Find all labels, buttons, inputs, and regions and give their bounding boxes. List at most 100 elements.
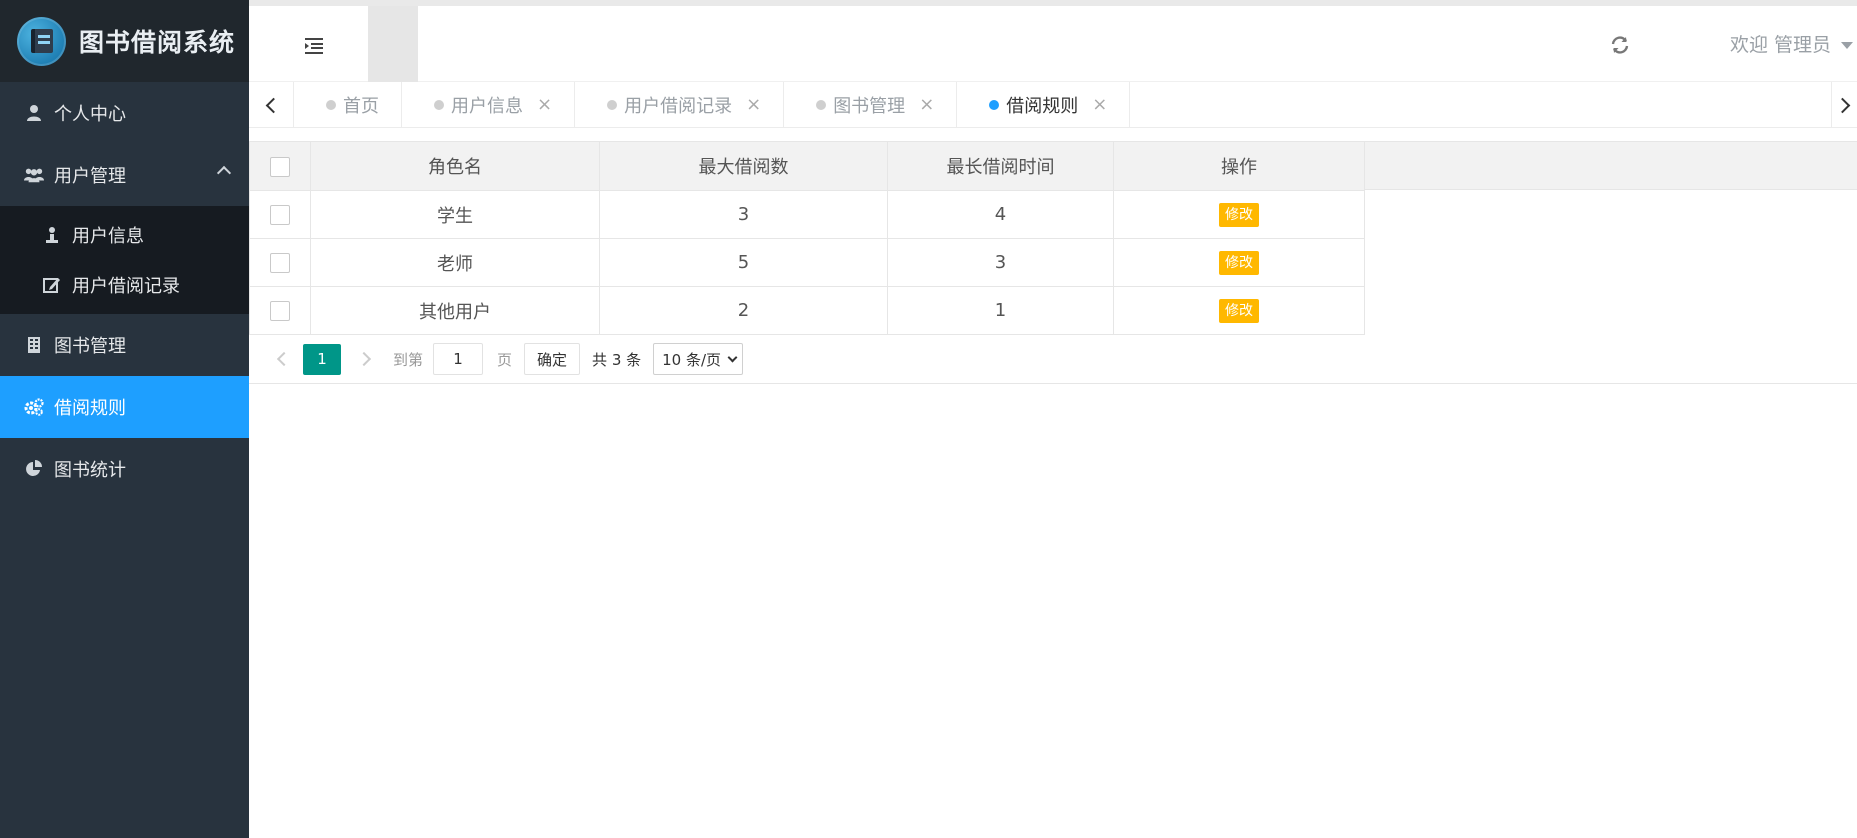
tab-scroll-right-button[interactable] — [1831, 82, 1857, 128]
row-checkbox[interactable] — [270, 205, 290, 225]
borrow-rules-table: 角色名 最大借阅数 最长借阅时间 操作 学生 3 4 修改 老师 5 3 修改 — [249, 141, 1365, 335]
edit-button[interactable]: 修改 — [1219, 202, 1259, 227]
cell-role: 其他用户 — [310, 286, 600, 335]
select-all-checkbox[interactable] — [270, 156, 290, 177]
sidebar-item-user-info[interactable]: 用户信息 — [0, 210, 249, 260]
cell-max-days: 4 — [887, 190, 1114, 239]
column-header-max-days[interactable]: 最长借阅时间 — [887, 141, 1114, 191]
user-icon — [24, 103, 44, 123]
sidebar-item-label: 用户借阅记录 — [72, 276, 180, 297]
user-info-icon — [42, 225, 62, 245]
cell-action: 修改 — [1113, 286, 1365, 335]
chevron-left-icon — [265, 97, 282, 113]
tab-dot-icon — [816, 100, 827, 110]
edit-button[interactable]: 修改 — [1219, 250, 1259, 275]
goto-label: 到第 — [393, 350, 424, 369]
sidebar-item-book-statistics[interactable]: 图书统计 — [0, 438, 249, 500]
menu-toggle-icon[interactable] — [303, 36, 325, 56]
tab-book-management[interactable]: 图书管理 × — [784, 82, 958, 128]
sidebar-item-borrow-rules[interactable]: 借阅规则 — [0, 376, 249, 438]
column-header-role[interactable]: 角色名 — [310, 141, 600, 191]
tab-home[interactable]: 首页 — [294, 82, 402, 128]
gears-icon — [24, 397, 44, 417]
tab-user-borrow-records[interactable]: 用户借阅记录 × — [575, 82, 785, 128]
close-icon[interactable]: × — [919, 96, 934, 114]
caret-down-icon — [1841, 42, 1853, 49]
total-count-label: 共 3 条 — [592, 350, 642, 369]
sidebar-item-label: 用户管理 — [54, 166, 126, 187]
close-icon[interactable]: × — [1092, 96, 1107, 114]
prev-page-icon[interactable] — [276, 351, 292, 367]
cell-max-days: 3 — [887, 238, 1114, 287]
tab-borrow-rules[interactable]: 借阅规则 × — [957, 82, 1131, 128]
tab-label: 图书管理 — [833, 96, 906, 117]
sidebar-item-label: 个人中心 — [54, 104, 126, 125]
sidebar-item-book-management[interactable]: 图书管理 — [0, 314, 249, 376]
row-checkbox[interactable] — [270, 301, 290, 321]
chevron-right-icon — [1834, 97, 1850, 113]
cell-role: 学生 — [310, 190, 600, 239]
next-page-icon[interactable] — [356, 351, 372, 367]
tab-dot-icon — [607, 100, 618, 110]
logo[interactable]: 图书借阅系统 — [0, 0, 249, 82]
building-icon — [24, 335, 44, 355]
close-icon[interactable]: × — [537, 96, 552, 114]
tab-dot-icon — [989, 100, 1000, 110]
welcome-user-menu[interactable]: 欢迎 管理员 — [1730, 30, 1831, 57]
sidebar-item-user-management[interactable]: 用户管理 — [0, 144, 249, 206]
pagination: 1 到第 页 确定 共 3 条 10 条/页 — [249, 335, 1857, 384]
tab-label: 用户借阅记录 — [624, 96, 733, 117]
header-placeholder-block — [368, 6, 418, 82]
cell-max-days: 1 — [887, 286, 1114, 335]
edit-button[interactable]: 修改 — [1219, 298, 1259, 323]
confirm-goto-button[interactable]: 确定 — [524, 343, 581, 375]
tab-label: 借阅规则 — [1006, 96, 1079, 117]
cell-action: 修改 — [1113, 190, 1365, 239]
sidebar-item-label: 图书管理 — [54, 336, 126, 357]
top-header: 欢迎 管理员 — [249, 0, 1857, 82]
tab-dot-icon — [326, 100, 336, 110]
pie-chart-icon — [24, 459, 44, 479]
sidebar-item-label: 图书统计 — [54, 460, 126, 481]
page-unit-label: 页 — [497, 350, 513, 369]
table-row: 老师 5 3 修改 — [249, 238, 1365, 287]
sidebar: 图书借阅系统 个人中心 用户管理 用户信息 用户借阅记录 图书管理 借阅规则 图… — [0, 0, 249, 838]
cell-max-borrow: 2 — [599, 286, 888, 335]
cell-action: 修改 — [1113, 238, 1365, 287]
row-select-cell — [249, 190, 311, 239]
column-header-action: 操作 — [1113, 141, 1365, 191]
column-header-max-borrow[interactable]: 最大借阅数 — [599, 141, 888, 191]
edit-icon — [42, 275, 62, 295]
sidebar-item-label: 用户信息 — [72, 226, 144, 247]
cell-max-borrow: 5 — [599, 238, 888, 287]
table-row: 学生 3 4 修改 — [249, 190, 1365, 239]
row-select-cell — [249, 286, 311, 335]
row-select-cell — [249, 238, 311, 287]
sidebar-submenu-user-management: 用户信息 用户借阅记录 — [0, 206, 249, 314]
app-title: 图书借阅系统 — [79, 28, 236, 57]
page-size-value: 10 条/页 — [662, 350, 722, 369]
page-tabs: 首页 用户信息 × 用户借阅记录 × 图书管理 × 借阅规则 × — [249, 82, 1857, 128]
tab-scroll-left-button[interactable] — [249, 82, 294, 128]
row-checkbox[interactable] — [270, 253, 290, 273]
cell-max-borrow: 3 — [599, 190, 888, 239]
table-row: 其他用户 2 1 修改 — [249, 286, 1365, 335]
sidebar-item-user-borrow-records[interactable]: 用户借阅记录 — [0, 260, 249, 310]
close-icon[interactable]: × — [746, 96, 761, 114]
chevron-down-icon — [727, 352, 738, 362]
book-logo-icon — [17, 16, 66, 66]
select-all-cell — [249, 141, 311, 191]
tab-user-info[interactable]: 用户信息 × — [402, 82, 576, 128]
sidebar-item-personal-center[interactable]: 个人中心 — [0, 82, 249, 144]
chevron-up-icon — [216, 165, 232, 181]
goto-page-input[interactable] — [433, 343, 484, 375]
borrow-rules-table-container: 角色名 最大借阅数 最长借阅时间 操作 学生 3 4 修改 老师 5 3 修改 — [249, 141, 1857, 335]
tab-list: 首页 用户信息 × 用户借阅记录 × 图书管理 × 借阅规则 × — [294, 82, 1131, 128]
page-size-select[interactable]: 10 条/页 — [653, 343, 744, 375]
tab-label: 首页 — [343, 96, 379, 117]
cell-role: 老师 — [310, 238, 600, 287]
refresh-icon[interactable] — [1609, 34, 1631, 56]
sidebar-item-label: 借阅规则 — [54, 398, 126, 419]
current-page-button[interactable]: 1 — [303, 343, 341, 375]
table-header-row: 角色名 最大借阅数 最长借阅时间 操作 — [249, 141, 1365, 191]
